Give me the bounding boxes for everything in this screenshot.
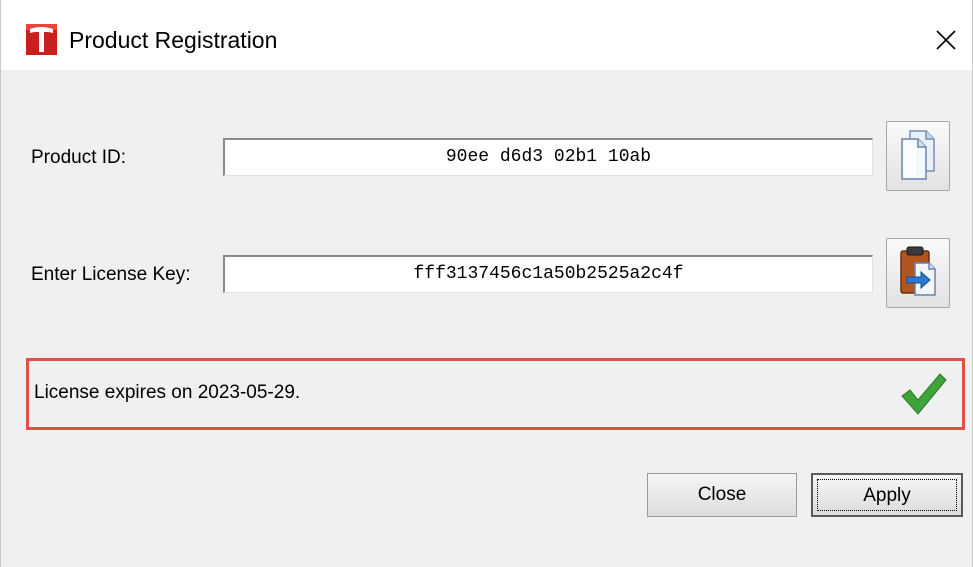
apply-button[interactable]: Apply: [811, 473, 963, 517]
copy-documents-icon: [896, 127, 940, 186]
checkmark-icon: [898, 370, 948, 418]
license-status-box: License expires on 2023-05-29.: [26, 358, 965, 430]
window-title: Product Registration: [69, 27, 278, 53]
apply-button-label: Apply: [863, 485, 911, 506]
product-id-label: Product ID:: [31, 147, 127, 168]
paste-button[interactable]: [886, 238, 950, 308]
paste-clipboard-icon: [895, 243, 941, 304]
close-button[interactable]: Close: [647, 473, 797, 517]
tesla-t-logo-icon: [26, 24, 57, 55]
copy-button[interactable]: [886, 121, 950, 191]
license-key-input[interactable]: fff3137456c1a50b2525a2c4f: [223, 255, 873, 293]
license-status-message: License expires on 2023-05-29.: [34, 382, 301, 403]
product-registration-dialog: Product Registration Product ID: 90ee d6…: [0, 0, 973, 567]
title-bar: Product Registration: [1, 0, 972, 70]
close-icon[interactable]: [928, 22, 964, 58]
product-id-field[interactable]: 90ee d6d3 02b1 10ab: [223, 138, 873, 176]
license-key-label: Enter License Key:: [31, 264, 191, 285]
